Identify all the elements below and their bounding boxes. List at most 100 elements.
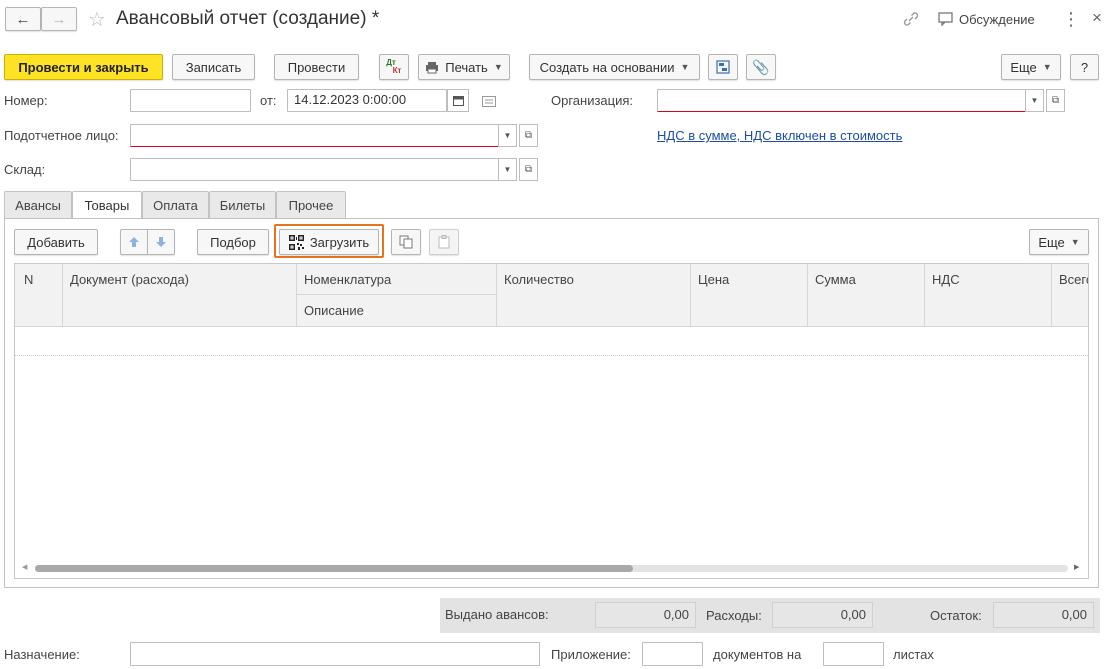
column-header-price[interactable]: Цена bbox=[698, 272, 729, 287]
purpose-label: Назначение: bbox=[4, 647, 80, 662]
print-button[interactable]: Печать ▼ bbox=[418, 54, 510, 80]
organization-field[interactable] bbox=[657, 89, 1026, 112]
column-header-quantity[interactable]: Количество bbox=[504, 272, 574, 287]
col-divider bbox=[296, 264, 297, 326]
hierarchy-icon bbox=[715, 59, 731, 75]
more-button[interactable]: Еще ▼ bbox=[1001, 54, 1061, 80]
tab-advances[interactable]: Авансы bbox=[4, 191, 72, 218]
col-divider bbox=[62, 264, 63, 326]
advances-issued-value: 0,00 bbox=[595, 602, 696, 628]
arrow-down-icon bbox=[155, 236, 167, 248]
scroll-right-icon[interactable]: ▶ bbox=[1074, 563, 1079, 571]
warehouse-open-button[interactable]: ⧉ bbox=[519, 158, 538, 181]
arrow-left-icon: ← bbox=[15, 10, 31, 28]
arrow-up-icon bbox=[128, 236, 140, 248]
column-header-sum[interactable]: Сумма bbox=[815, 272, 856, 287]
open-form-icon: ⧉ bbox=[524, 164, 533, 175]
copy-icon bbox=[399, 235, 413, 249]
tab-payment[interactable]: Оплата bbox=[142, 191, 209, 218]
post-and-close-button[interactable]: Провести и закрыть bbox=[4, 54, 163, 80]
column-header-document[interactable]: Документ (расхода) bbox=[70, 272, 189, 287]
favorite-star-icon[interactable]: ☆ bbox=[88, 7, 106, 32]
create-based-on-button[interactable]: Создать на основании ▼ bbox=[529, 54, 700, 80]
organization-dropdown-button[interactable]: ▼ bbox=[1025, 89, 1044, 112]
header-subdivider bbox=[296, 294, 496, 295]
paste-rows-button[interactable] bbox=[429, 229, 459, 255]
documents-on-label: документов на bbox=[713, 647, 802, 662]
advances-issued-label: Выдано авансов: bbox=[445, 607, 549, 622]
goods-table[interactable]: N Документ (расхода) Номенклатура Описан… bbox=[14, 263, 1089, 579]
chevron-down-icon: ▼ bbox=[680, 62, 690, 72]
help-button[interactable]: ? bbox=[1070, 54, 1099, 80]
move-up-button[interactable] bbox=[120, 229, 147, 255]
kt-label: Кт bbox=[392, 66, 402, 75]
attach-button[interactable]: 📎 bbox=[746, 54, 776, 80]
chat-icon bbox=[936, 11, 954, 27]
printer-icon bbox=[425, 61, 439, 74]
tab-tickets[interactable]: Билеты bbox=[209, 191, 276, 218]
post-button[interactable]: Провести bbox=[274, 54, 359, 80]
column-header-n[interactable]: N bbox=[24, 272, 33, 287]
load-button[interactable]: Загрузить bbox=[279, 229, 379, 255]
accountable-person-field[interactable] bbox=[130, 124, 499, 147]
col-divider bbox=[1051, 264, 1052, 326]
comment-icon[interactable] bbox=[482, 96, 496, 107]
attachment-label: Приложение: bbox=[551, 647, 631, 662]
goods-more-button[interactable]: Еще ▼ bbox=[1029, 229, 1089, 255]
tab-other[interactable]: Прочее bbox=[276, 191, 346, 218]
vat-settings-link[interactable]: НДС в сумме, НДС включен в стоимость bbox=[657, 128, 902, 143]
date-field[interactable]: 14.12.2023 0:00:00 bbox=[287, 89, 447, 112]
scroll-left-icon[interactable]: ◀ bbox=[22, 563, 27, 571]
kebab-menu-icon[interactable]: ⋮ bbox=[1062, 9, 1080, 30]
calendar-button[interactable] bbox=[447, 89, 469, 112]
col-divider bbox=[807, 264, 808, 326]
back-button[interactable]: ← bbox=[5, 7, 41, 31]
move-down-button[interactable] bbox=[147, 229, 175, 255]
chevron-down-icon: ▼ bbox=[1042, 62, 1052, 72]
accountable-person-label: Подотчетное лицо: bbox=[4, 128, 119, 143]
goods-more-label: Еще bbox=[1038, 234, 1065, 250]
print-label: Печать bbox=[445, 59, 488, 75]
copy-rows-button[interactable] bbox=[391, 229, 421, 255]
forward-button[interactable]: → bbox=[41, 7, 77, 31]
number-label: Номер: bbox=[4, 93, 48, 108]
more-label: Еще bbox=[1010, 59, 1037, 75]
warehouse-label: Склад: bbox=[4, 162, 46, 177]
calendar-icon bbox=[452, 95, 464, 106]
date-label: от: bbox=[260, 93, 277, 108]
column-header-total[interactable]: Всего bbox=[1059, 272, 1088, 287]
column-header-description[interactable]: Описание bbox=[304, 303, 364, 318]
close-icon[interactable]: × bbox=[1092, 8, 1102, 28]
organization-open-button[interactable]: ⧉ bbox=[1046, 89, 1065, 112]
warehouse-field[interactable] bbox=[130, 158, 499, 181]
paperclip-icon: 📎 bbox=[752, 58, 770, 75]
table-row[interactable] bbox=[15, 326, 1088, 356]
balance-label: Остаток: bbox=[930, 608, 982, 623]
chevron-down-icon: ▼ bbox=[1070, 237, 1080, 247]
expenses-value: 0,00 bbox=[772, 602, 873, 628]
tab-goods[interactable]: Товары bbox=[72, 191, 142, 219]
warehouse-dropdown-button[interactable]: ▼ bbox=[498, 158, 517, 181]
column-header-vat[interactable]: НДС bbox=[932, 272, 960, 287]
column-header-nomenclature[interactable]: Номенклатура bbox=[304, 272, 391, 287]
add-row-button[interactable]: Добавить bbox=[14, 229, 98, 255]
accountable-person-open-button[interactable]: ⧉ bbox=[519, 124, 538, 147]
link-icon[interactable] bbox=[902, 11, 920, 27]
discussion-button[interactable]: Обсуждение bbox=[936, 11, 1035, 27]
purpose-field[interactable] bbox=[130, 642, 540, 666]
open-form-icon: ⧉ bbox=[1051, 95, 1060, 106]
qr-code-icon bbox=[288, 234, 304, 250]
structure-button[interactable] bbox=[708, 54, 738, 80]
expenses-label: Расходы: bbox=[706, 608, 762, 623]
dt-kt-button[interactable]: Дт Кт bbox=[379, 54, 409, 80]
selection-button[interactable]: Подбор bbox=[197, 229, 269, 255]
create-based-on-label: Создать на основании bbox=[539, 59, 675, 75]
save-button[interactable]: Записать bbox=[172, 54, 255, 80]
chevron-down-icon: ▼ bbox=[493, 62, 503, 72]
horizontal-scrollbar-thumb[interactable] bbox=[35, 565, 633, 572]
number-field[interactable] bbox=[130, 89, 251, 112]
accountable-person-dropdown-button[interactable]: ▼ bbox=[498, 124, 517, 147]
sheets-field[interactable] bbox=[823, 642, 884, 666]
sheets-label: листах bbox=[893, 647, 934, 662]
attachment-documents-field[interactable] bbox=[642, 642, 703, 666]
